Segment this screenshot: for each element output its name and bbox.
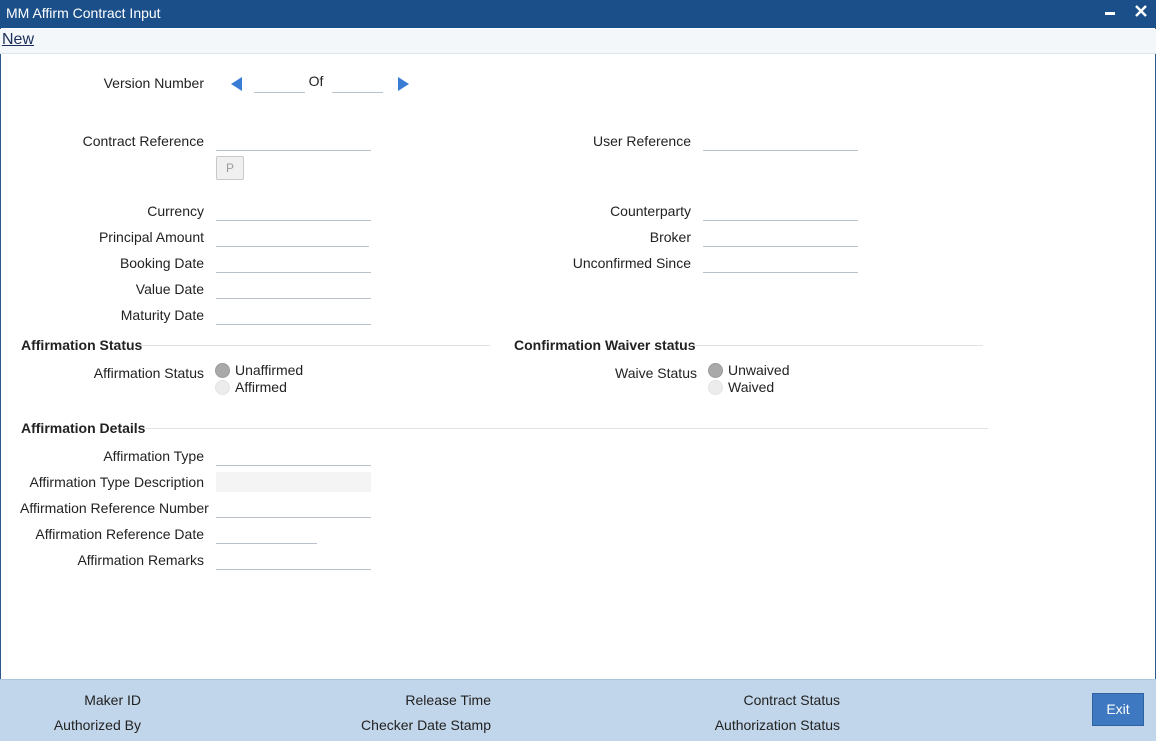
broker-label: Broker — [649, 229, 691, 245]
section-divider — [690, 345, 983, 346]
authorization-status-label: Authorization Status — [714, 717, 840, 733]
affirmation-details-section-title: Affirmation Details — [21, 420, 146, 436]
radio-unwaived-label: Unwaived — [728, 362, 790, 378]
exit-button[interactable]: Exit — [1092, 693, 1144, 726]
version-number-label: Version Number — [103, 75, 204, 91]
checker-date-stamp-label: Checker Date Stamp — [361, 717, 491, 733]
affirmation-remarks-label: Affirmation Remarks — [77, 552, 204, 568]
contract-reference-field[interactable] — [216, 132, 371, 151]
counterparty-label: Counterparty — [610, 203, 691, 219]
maturity-date-label: Maturity Date — [120, 307, 204, 323]
affirmation-reference-date-field[interactable] — [216, 525, 317, 544]
affirmation-type-label: Affirmation Type — [103, 448, 204, 464]
maturity-date-field[interactable] — [216, 306, 371, 325]
user-reference-label: User Reference — [592, 133, 691, 149]
radio-unaffirmed-label: Unaffirmed — [235, 362, 304, 378]
unconfirmed-since-field[interactable] — [703, 254, 858, 273]
affirmation-status-section-title: Affirmation Status — [21, 337, 143, 353]
version-current-field[interactable] — [254, 74, 305, 93]
close-icon[interactable] — [1131, 4, 1151, 24]
principal-amount-label: Principal Amount — [98, 229, 204, 245]
broker-field[interactable] — [703, 228, 858, 247]
booking-date-label: Booking Date — [119, 255, 204, 271]
radio-unwaived[interactable] — [708, 363, 723, 378]
toolbar: New — [0, 29, 1156, 54]
affirmation-remarks-field[interactable] — [216, 551, 371, 570]
radio-affirmed[interactable] — [215, 380, 230, 395]
affirmation-type-description-label: Affirmation Type Description — [29, 474, 204, 490]
value-date-field[interactable] — [216, 280, 371, 299]
contract-reference-label: Contract Reference — [82, 133, 204, 149]
previous-version-arrow-icon[interactable] — [231, 77, 242, 91]
version-total-field[interactable] — [332, 74, 383, 93]
affirmation-reference-number-label: Affirmation Reference Number — [20, 500, 209, 516]
counterparty-field[interactable] — [703, 202, 858, 221]
version-of-label: Of — [308, 73, 324, 89]
window-title: MM Affirm Contract Input — [6, 5, 161, 21]
principal-amount-field[interactable] — [216, 228, 369, 247]
radio-waived[interactable] — [708, 380, 723, 395]
radio-affirmed-label: Affirmed — [235, 379, 287, 395]
currency-field[interactable] — [216, 202, 371, 221]
authorized-by-label: Authorized By — [53, 717, 141, 733]
radio-unaffirmed[interactable] — [215, 363, 230, 378]
title-bar: MM Affirm Contract Input — [0, 0, 1156, 28]
affirmation-status-label: Affirmation Status — [93, 365, 204, 381]
affirmation-type-description-field — [216, 472, 371, 492]
section-divider — [145, 428, 988, 429]
section-divider — [140, 345, 490, 346]
currency-label: Currency — [147, 203, 204, 219]
release-time-label: Release Time — [405, 692, 491, 708]
user-reference-field[interactable] — [703, 132, 858, 151]
affirmation-reference-number-field[interactable] — [216, 499, 371, 518]
affirmation-reference-date-label: Affirmation Reference Date — [35, 526, 204, 542]
value-date-label: Value Date — [135, 281, 204, 297]
affirmation-type-field[interactable] — [216, 447, 371, 466]
maker-id-label: Maker ID — [84, 692, 141, 708]
new-link[interactable]: New — [2, 31, 34, 49]
unconfirmed-since-label: Unconfirmed Since — [572, 255, 691, 271]
waive-status-label: Waive Status — [615, 365, 697, 381]
contract-status-label: Contract Status — [743, 692, 841, 708]
minimize-icon[interactable] — [1100, 4, 1120, 24]
booking-date-field[interactable] — [216, 254, 371, 273]
radio-waived-label: Waived — [728, 379, 775, 395]
p-button[interactable]: P — [216, 156, 244, 180]
waiver-status-section-title: Confirmation Waiver status — [514, 337, 696, 353]
next-version-arrow-icon[interactable] — [398, 77, 409, 91]
audit-footer — [0, 679, 1156, 741]
